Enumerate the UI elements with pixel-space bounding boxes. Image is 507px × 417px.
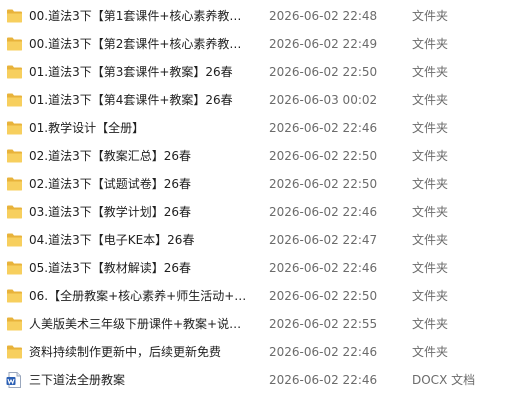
file-name: 00.道法3下【第2套课件+核心素养教案... [29, 37, 251, 51]
file-type: 文件夹 [412, 345, 449, 359]
file-row[interactable]: 03.道法3下【教学计划】26春 2026-06-02 22:46 文件夹 [0, 198, 507, 226]
file-name: 人美版美术三年级下册课件+教案+说课... [29, 317, 251, 331]
file-name: 01.道法3下【第3套课件+教案】26春 [29, 65, 233, 79]
file-name: 01.教学设计【全册】 [29, 121, 145, 135]
file-type: 文件夹 [412, 9, 449, 23]
folder-icon [6, 149, 23, 163]
file-row[interactable]: 人美版美术三年级下册课件+教案+说课... 2026-06-02 22:55 文件夹 [0, 310, 507, 338]
file-row[interactable]: 04.道法3下【电子KE本】26春 2026-06-02 22:47 文件夹 [0, 226, 507, 254]
file-modified-date: 2026-06-02 22:50 [269, 177, 378, 191]
file-type: 文件夹 [412, 93, 449, 107]
file-row[interactable]: 02.道法3下【教案汇总】26春 2026-06-02 22:50 文件夹 [0, 142, 507, 170]
file-type: 文件夹 [412, 177, 449, 191]
file-type: DOCX 文档 [412, 373, 476, 387]
file-row[interactable]: 02.道法3下【试题试卷】26春 2026-06-02 22:50 文件夹 [0, 170, 507, 198]
folder-icon [6, 289, 23, 303]
file-row[interactable]: 01.教学设计【全册】 2026-06-02 22:46 文件夹 [0, 114, 507, 142]
file-name: 00.道法3下【第1套课件+核心素养教案... [29, 9, 251, 23]
folder-icon [6, 205, 23, 219]
file-row[interactable]: 05.道法3下【教材解读】26春 2026-06-02 22:46 文件夹 [0, 254, 507, 282]
file-type: 文件夹 [412, 317, 449, 331]
file-name: 02.道法3下【试题试卷】26春 [29, 177, 191, 191]
file-name: 04.道法3下【电子KE本】26春 [29, 233, 195, 247]
file-name: 03.道法3下【教学计划】26春 [29, 205, 191, 219]
folder-icon [6, 261, 23, 275]
file-modified-date: 2026-06-02 22:46 [269, 121, 378, 135]
folder-icon [6, 9, 23, 23]
file-row[interactable]: 01.道法3下【第4套课件+教案】26春 2026-06-03 00:02 文件夹 [0, 86, 507, 114]
file-modified-date: 2026-06-02 22:48 [269, 9, 378, 23]
file-type: 文件夹 [412, 149, 449, 163]
file-row[interactable]: 00.道法3下【第2套课件+核心素养教案... 2026-06-02 22:49 文… [0, 30, 507, 58]
file-name: 05.道法3下【教材解读】26春 [29, 261, 191, 275]
file-name: 02.道法3下【教案汇总】26春 [29, 149, 191, 163]
file-name: 资料持续制作更新中，后续更新免费 [29, 345, 222, 359]
file-modified-date: 2026-06-02 22:49 [269, 37, 378, 51]
folder-icon [6, 65, 23, 79]
file-modified-date: 2026-06-02 22:46 [269, 345, 378, 359]
file-modified-date: 2026-06-02 22:46 [269, 373, 378, 387]
file-type: 文件夹 [412, 205, 449, 219]
folder-icon [6, 93, 23, 107]
file-modified-date: 2026-06-02 22:47 [269, 233, 378, 247]
file-type: 文件夹 [412, 261, 449, 275]
folder-icon [6, 177, 23, 191]
file-type: 文件夹 [412, 289, 449, 303]
file-modified-date: 2026-06-02 22:50 [269, 149, 378, 163]
file-row[interactable]: 三下道法全册教案 2026-06-02 22:46 DOCX 文档 [0, 366, 507, 394]
folder-icon [6, 233, 23, 247]
file-name: 三下道法全册教案 [29, 373, 126, 387]
file-modified-date: 2026-06-02 22:46 [269, 205, 378, 219]
folder-icon [6, 345, 23, 359]
file-row[interactable]: 06.【全册教案+核心素养+师生活动+二... 2026-06-02 22:50 文… [0, 282, 507, 310]
file-row[interactable]: 00.道法3下【第1套课件+核心素养教案... 2026-06-02 22:48 文… [0, 2, 507, 30]
file-modified-date: 2026-06-02 22:55 [269, 317, 378, 331]
file-modified-date: 2026-06-03 00:02 [269, 93, 378, 107]
file-modified-date: 2026-06-02 22:46 [269, 261, 378, 275]
file-row[interactable]: 资料持续制作更新中，后续更新免费 2026-06-02 22:46 文件夹 [0, 338, 507, 366]
file-row[interactable]: 01.道法3下【第3套课件+教案】26春 2026-06-02 22:50 文件夹 [0, 58, 507, 86]
file-name: 06.【全册教案+核心素养+师生活动+二... [29, 289, 251, 303]
file-modified-date: 2026-06-02 22:50 [269, 289, 378, 303]
file-list: 00.道法3下【第1套课件+核心素养教案... 2026-06-02 22:48 文… [0, 0, 507, 417]
file-type: 文件夹 [412, 233, 449, 247]
file-modified-date: 2026-06-02 22:50 [269, 65, 378, 79]
folder-icon [6, 121, 23, 135]
file-type: 文件夹 [412, 37, 449, 51]
folder-icon [6, 317, 23, 331]
file-type: 文件夹 [412, 65, 449, 79]
word-doc-icon [6, 372, 23, 388]
file-type: 文件夹 [412, 121, 449, 135]
file-name: 01.道法3下【第4套课件+教案】26春 [29, 93, 233, 107]
folder-icon [6, 37, 23, 51]
